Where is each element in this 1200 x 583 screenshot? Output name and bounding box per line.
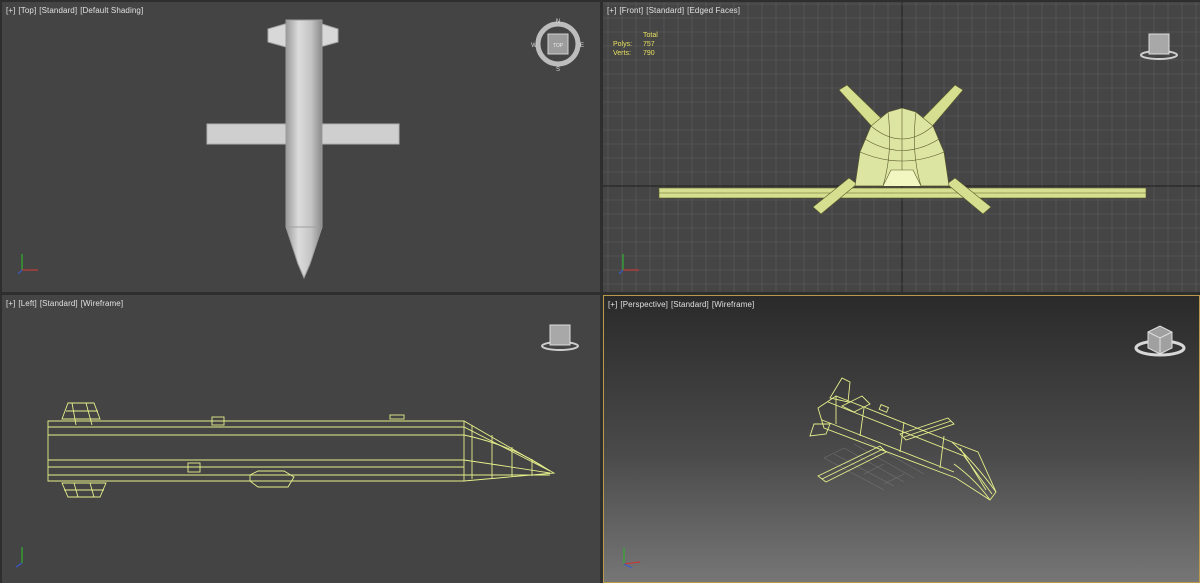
compass-south: S [556,67,560,72]
missile-body-shape [285,19,323,280]
left-wing-pod [249,470,295,488]
left-tail-fin-upper [61,402,101,426]
viewcube[interactable] [538,319,582,355]
perspective-scene [809,377,997,501]
viewport-left[interactable]: [+] [Left] [Standard] [Wireframe] [2,295,600,583]
viewport-front[interactable]: [+] [Front] [Standard] [Edged Faces] Total … [603,2,1200,292]
axis-tripod-icon [623,548,641,569]
axis-tripod-icon [15,547,23,568]
left-tail-fin-lower [61,482,107,498]
compass-west: W [531,43,537,49]
viewcube[interactable] [1137,28,1181,64]
persp-tail-fin-2 [809,423,831,437]
axis-tripod-icon [618,254,639,275]
top-scene [206,19,400,280]
perspective-grid [823,439,925,491]
front-scene [658,84,1147,215]
viewport-top[interactable]: [+] [Top] [Standard] [Default Shading] TOP … [2,2,600,292]
persp-tail-fin-1 [829,377,851,403]
persp-fuselage-wire [817,395,997,501]
persp-wing-right [899,417,955,441]
left-scene [47,402,556,498]
viewcube[interactable] [1132,318,1188,364]
viewcube-compass[interactable]: TOP N S E W [530,16,586,72]
compass-north: N [556,19,560,25]
viewcube-face-label: TOP [553,43,564,49]
compass-east: E [580,43,584,49]
left-fuselage-wire [47,420,556,482]
persp-wing-left [817,445,887,483]
axis-tripod-icon [17,254,38,275]
viewport-perspective[interactable]: [+] [Perspective] [Standard] [Wireframe] [603,295,1200,583]
